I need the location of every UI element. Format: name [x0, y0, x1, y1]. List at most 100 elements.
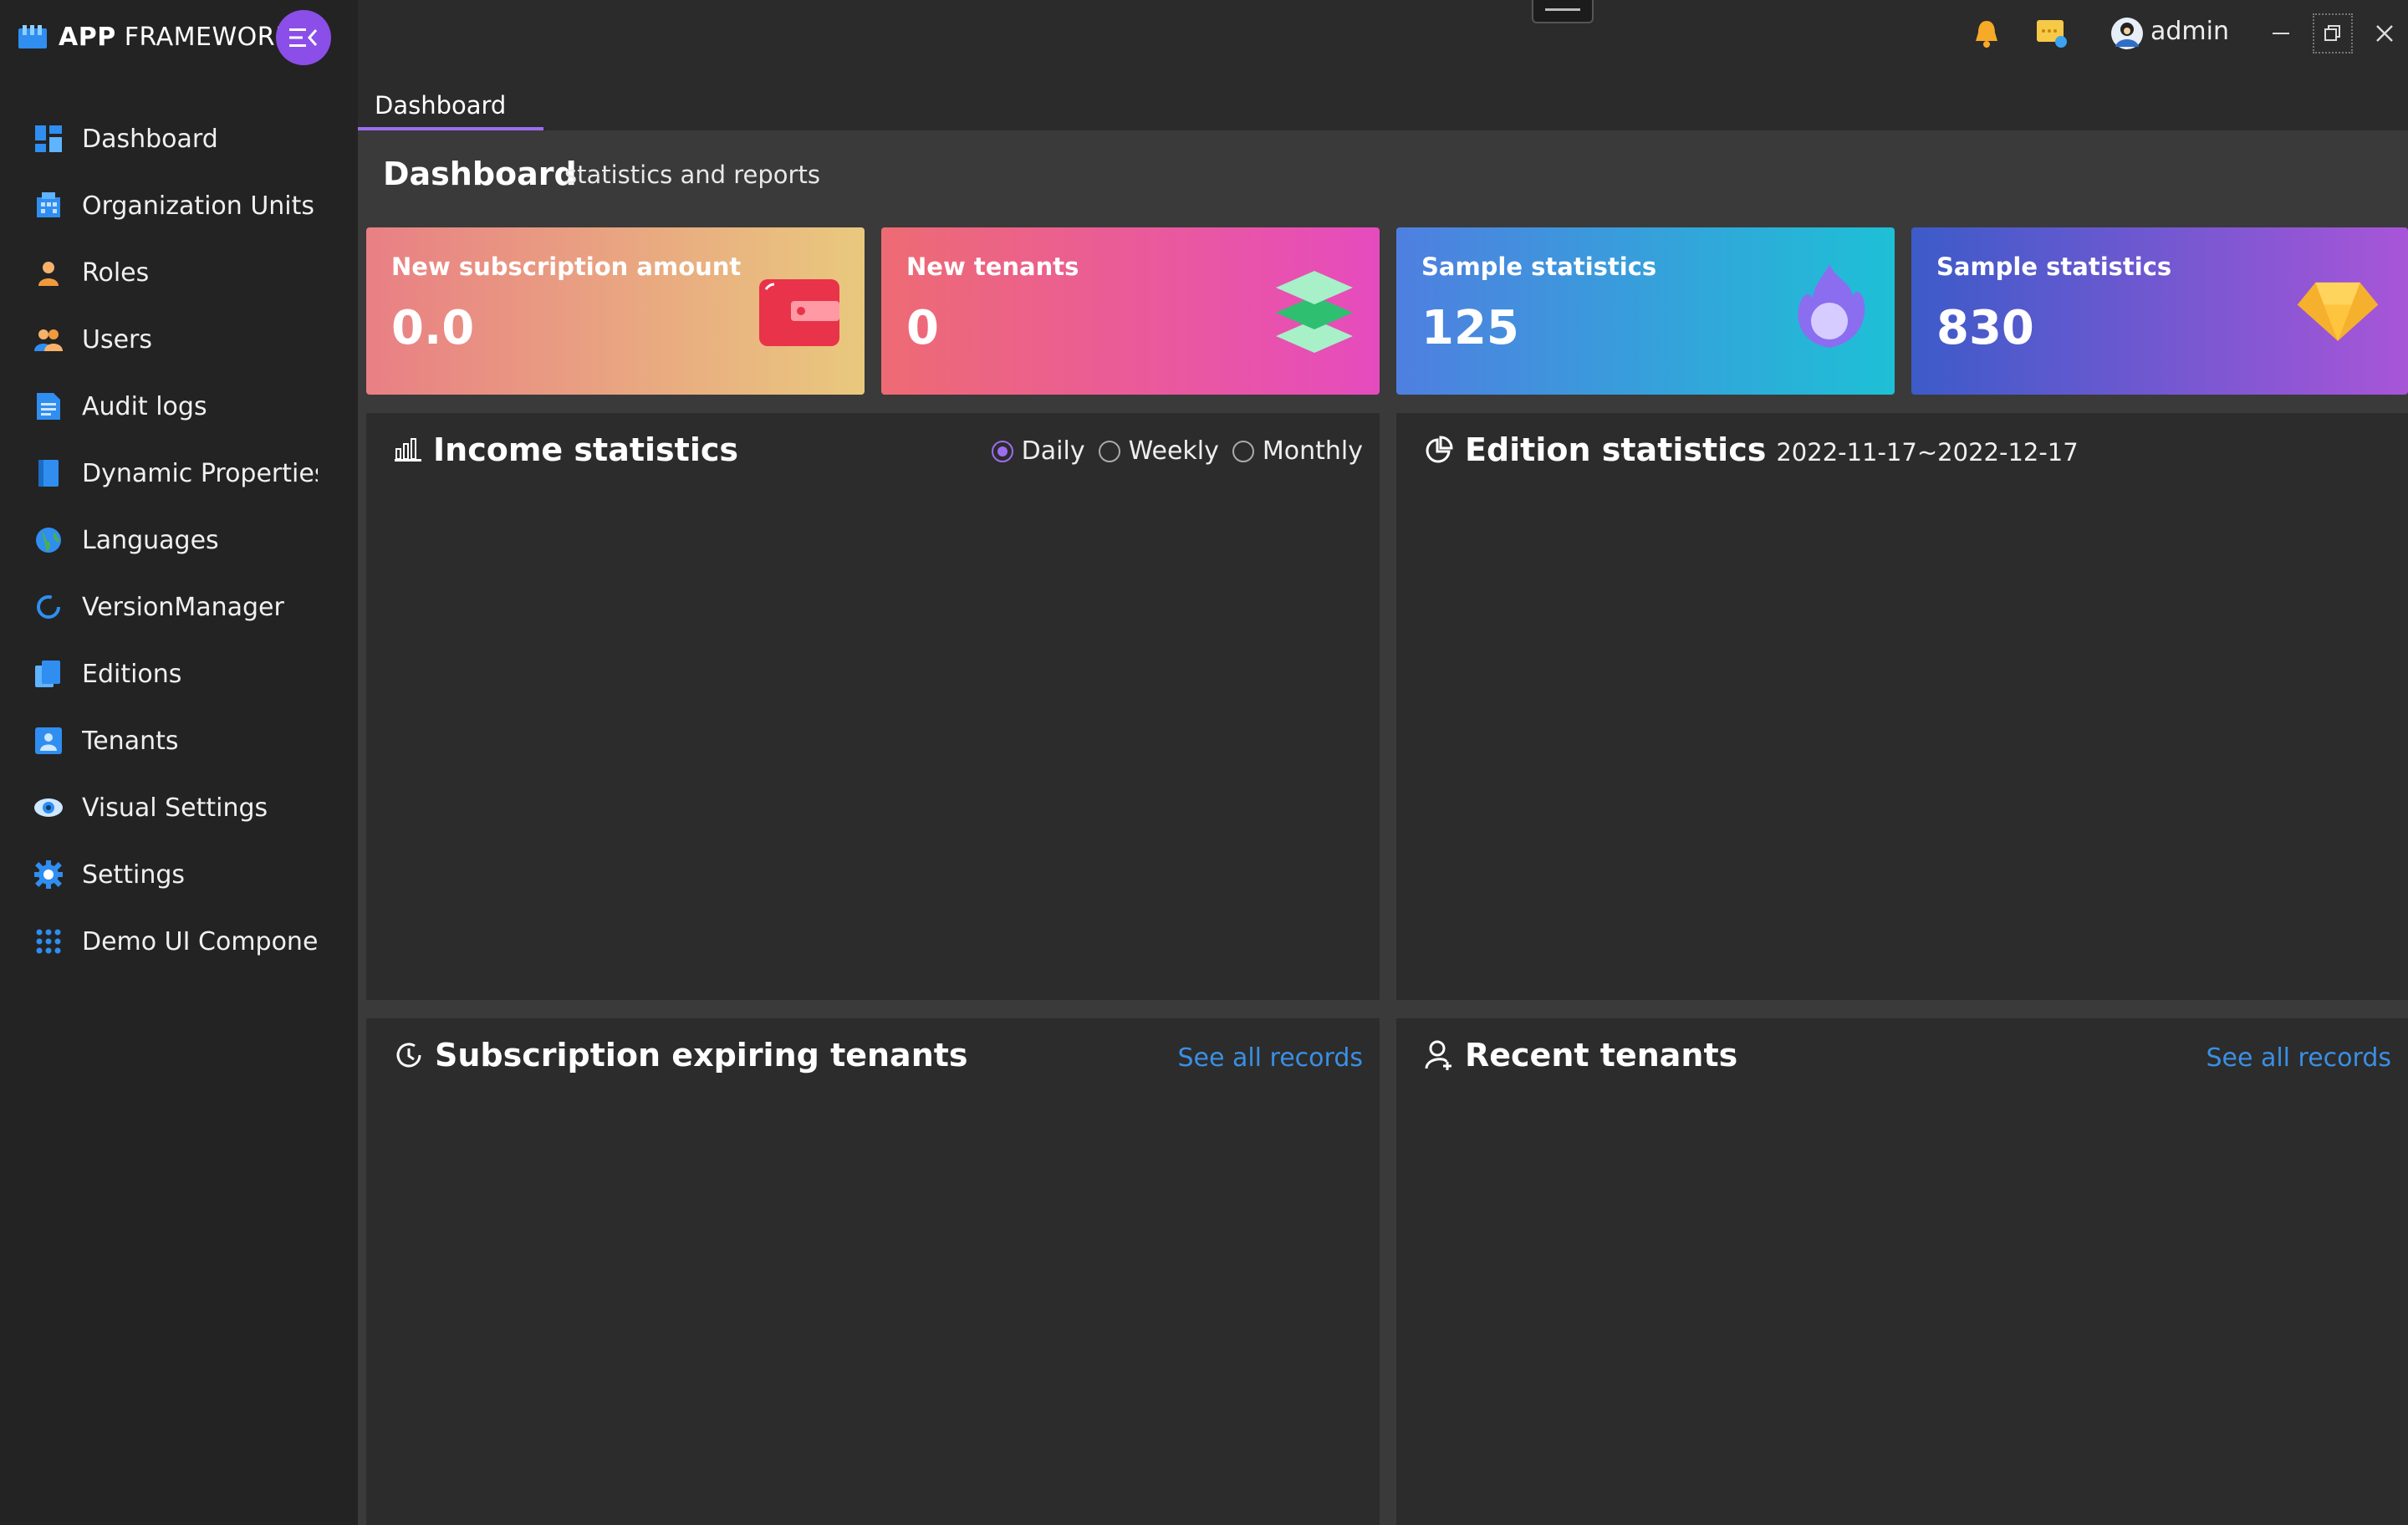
panel-header: Income statistics [395, 431, 738, 468]
user-add-icon [1425, 1040, 1451, 1070]
see-all-records-link[interactable]: See all records [2206, 1043, 2391, 1073]
stat-card-new-tenants: New tenants 0 [881, 227, 1380, 395]
sidebar-item-settings[interactable]: Settings [0, 841, 358, 908]
sidebar-item-label: Organization Units [82, 191, 315, 221]
sidebar-item-tenants[interactable]: Tenants [0, 707, 358, 774]
restore-icon [2324, 25, 2340, 41]
sidebar-item-editions[interactable]: Editions [0, 640, 358, 707]
stat-card-sample-statistics-2: Sample statistics 830 [1911, 227, 2408, 395]
panel-title: Income statistics [433, 431, 738, 468]
user-name[interactable]: admin [2150, 17, 2229, 46]
sidebar-item-label: VersionManager [82, 592, 284, 622]
sidebar-item-visual-settings[interactable]: Visual Settings [0, 774, 358, 841]
book-icon [33, 458, 64, 488]
see-all-records-link[interactable]: See all records [1177, 1043, 1363, 1073]
top-bar [358, 0, 2408, 80]
sidebar-item-label: Languages [82, 525, 219, 555]
sidebar-item-organization-units[interactable]: Organization Units [0, 172, 358, 239]
stat-card-subscription-amount: New subscription amount 0.0 [366, 227, 865, 395]
period-radio-group: Daily Weekly Monthly [978, 436, 1363, 466]
income-statistics-panel: Income statistics Daily Weekly Monthly [366, 413, 1380, 1000]
notification-bell-icon[interactable] [1970, 17, 2003, 50]
drag-handle[interactable] [1532, 0, 1594, 23]
sidebar-item-users[interactable]: Users [0, 306, 358, 373]
users-icon [33, 324, 64, 354]
wallet-icon [759, 279, 839, 346]
card-value: 0.0 [391, 301, 475, 355]
chat-icon[interactable] [2035, 17, 2069, 50]
globe-icon [33, 525, 64, 555]
card-value: 125 [1421, 301, 1519, 355]
sidebar-item-languages[interactable]: Languages [0, 507, 358, 574]
minimize-icon [2273, 33, 2289, 34]
avatar[interactable] [2110, 17, 2144, 50]
layers-icon [1276, 271, 1353, 353]
page-title: Dashboard [383, 156, 577, 192]
sidebar-item-demo-ui-components[interactable]: Demo UI Components [0, 908, 358, 975]
card-value: 830 [1936, 301, 2034, 355]
logo-icon [18, 25, 47, 48]
panel-header: Subscription expiring tenants [395, 1037, 968, 1074]
bar-chart-icon [395, 438, 421, 462]
sidebar-item-label: Settings [82, 859, 186, 890]
sidebar-item-audit-logs[interactable]: Audit logs [0, 373, 358, 440]
date-range: 2022-11-17~2022-12-17 [1776, 438, 2079, 467]
radio-label: Monthly [1262, 436, 1363, 466]
diamond-icon [2297, 282, 2379, 341]
sidebar-item-label: Visual Settings [82, 793, 268, 823]
radio-weekly[interactable]: Weekly [1098, 436, 1219, 466]
minimize-button[interactable] [2263, 15, 2299, 52]
organization-icon [33, 191, 64, 221]
sidebar-item-label: Tenants [82, 726, 179, 756]
panel-title: Edition statistics [1465, 431, 1767, 468]
logo-text-bold: APP [59, 22, 116, 52]
sidebar-item-label: Roles [82, 258, 150, 288]
pie-chart-icon [1426, 436, 1453, 463]
close-button[interactable] [2366, 15, 2403, 52]
sidebar-item-dashboard[interactable]: Dashboard [0, 105, 358, 172]
card-title: New tenants [906, 252, 1079, 281]
radio-label: Daily [1021, 436, 1085, 466]
recent-tenants-panel: Recent tenants See all records [1396, 1018, 2408, 1525]
sidebar-item-version-manager[interactable]: VersionManager [0, 574, 358, 640]
tab-label: Dashboard [375, 91, 507, 120]
edition-statistics-panel: Edition statistics 2022-11-17~2022-12-17 [1396, 413, 2408, 1000]
sidebar-item-label: Audit logs [82, 391, 207, 421]
sidebar-nav: Dashboard Organization Units Roles Users… [0, 105, 358, 975]
sidebar-item-roles[interactable]: Roles [0, 239, 358, 306]
flame-icon [1798, 264, 1865, 348]
gear-icon [33, 859, 64, 890]
refresh-icon [33, 592, 64, 622]
clock-icon [396, 1043, 421, 1068]
card-value: 0 [906, 301, 939, 355]
radio-daily[interactable]: Daily [991, 436, 1085, 466]
tab-strip: Dashboard [358, 80, 2408, 130]
panel-header: Edition statistics 2022-11-17~2022-12-17 [1425, 431, 2079, 468]
close-icon [2376, 25, 2393, 42]
page-subtitle: statistics and reports [564, 161, 820, 189]
stat-card-sample-statistics-1: Sample statistics 125 [1396, 227, 1895, 395]
radio-checked-icon [991, 440, 1013, 462]
restore-button[interactable] [2313, 13, 2353, 54]
logo-text: FRAMEWORK [115, 22, 293, 52]
panel-title: Subscription expiring tenants [435, 1037, 968, 1074]
role-icon [33, 258, 64, 288]
expiring-tenants-panel: Subscription expiring tenants See all re… [366, 1018, 1380, 1525]
audit-log-icon [33, 391, 64, 421]
tab-dashboard[interactable]: Dashboard [358, 80, 523, 130]
panel-header: Recent tenants [1425, 1037, 1737, 1074]
tenants-icon [33, 726, 64, 756]
collapse-menu-button[interactable] [276, 10, 331, 65]
sidebar-item-label: Editions [82, 659, 182, 689]
app-logo: APP FRAMEWORK [18, 18, 292, 55]
eye-icon [33, 793, 64, 823]
card-title: Sample statistics [1936, 252, 2172, 281]
radio-unchecked-icon [1098, 440, 1120, 462]
radio-label: Weekly [1128, 436, 1219, 466]
panel-title: Recent tenants [1465, 1037, 1738, 1074]
card-title: Sample statistics [1421, 252, 1657, 281]
radio-monthly[interactable]: Monthly [1232, 436, 1363, 466]
sidebar-item-dynamic-properties[interactable]: Dynamic Properties [0, 440, 358, 507]
sidebar: APP FRAMEWORK Dashboard Organization Uni… [0, 0, 358, 1525]
sidebar-item-label: Dashboard [82, 124, 218, 154]
